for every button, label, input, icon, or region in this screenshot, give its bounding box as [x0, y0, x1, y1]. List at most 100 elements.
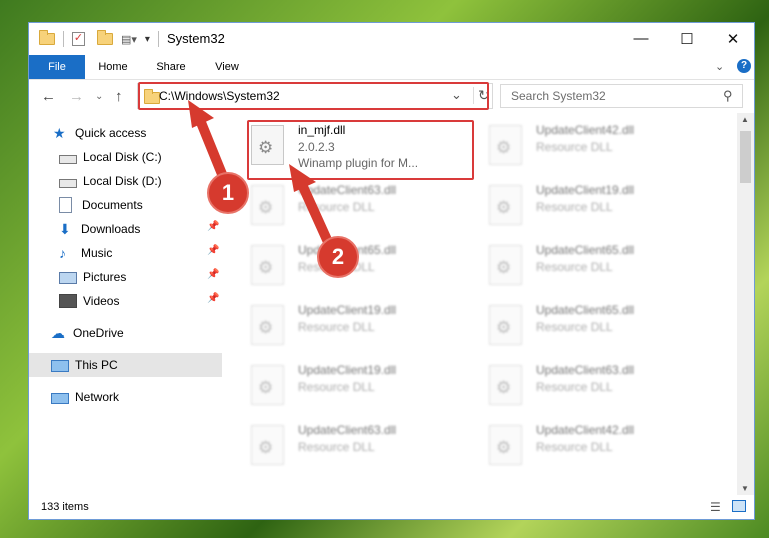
- sidebar-item-music[interactable]: ♪ Music: [59, 241, 252, 265]
- dll-file-icon: ⚙: [251, 245, 284, 285]
- maximize-button[interactable]: ☐: [664, 23, 710, 54]
- network-icon: [51, 392, 69, 404]
- ribbon: File Home Share View ⌄ ?: [29, 55, 754, 80]
- back-icon[interactable]: ←: [41, 88, 56, 105]
- file-type: Resource DLL: [298, 320, 375, 334]
- file-tile[interactable]: ⚙ UpdateClient19.dll Resource DLL: [248, 301, 468, 351]
- pin-icon[interactable]: 📌: [207, 293, 219, 304]
- address-highlight: [138, 82, 489, 110]
- search-input[interactable]: Search System32: [500, 84, 743, 108]
- dll-file-icon: ⚙: [251, 365, 284, 405]
- step-1-badge: 1: [207, 172, 249, 214]
- forward-icon[interactable]: →: [69, 88, 84, 105]
- file-type: Resource DLL: [536, 380, 613, 394]
- file-type: Resource DLL: [536, 320, 613, 334]
- drive-icon: [59, 178, 77, 188]
- separator: [63, 31, 64, 47]
- file-tile[interactable]: ⚙ UpdateClient42.dll Resource DLL: [486, 421, 706, 471]
- vertical-scrollbar[interactable]: ▲ ▼: [737, 113, 754, 495]
- dll-file-icon: ⚙: [251, 185, 284, 225]
- properties-icon[interactable]: ✓: [72, 32, 85, 46]
- sidebar-item-this-pc[interactable]: This PC: [29, 353, 222, 377]
- expand-ribbon-icon[interactable]: ⌄: [715, 60, 724, 73]
- file-tile[interactable]: ⚙ UpdateClient65.dll Resource DLL: [486, 301, 706, 351]
- sidebar-item-quick-access[interactable]: ★ Quick access: [53, 121, 246, 145]
- title-bar: ✓ ▤▾ ▾ System32 — ☐ ✕: [29, 23, 754, 55]
- file-tile[interactable]: ⚙ UpdateClient42.dll Resource DLL: [486, 121, 706, 171]
- scroll-up-icon[interactable]: ▲: [741, 115, 749, 124]
- pin-icon[interactable]: 📌: [207, 221, 219, 232]
- dll-file-icon: ⚙: [251, 305, 284, 345]
- videos-icon: [59, 294, 77, 308]
- separator: [157, 31, 159, 47]
- gear-icon: ⚙: [258, 378, 274, 397]
- file-type: Resource DLL: [536, 260, 613, 274]
- gear-icon: ⚙: [258, 438, 274, 457]
- file-tile[interactable]: ⚙ UpdateClient63.dll Resource DLL: [248, 181, 468, 231]
- dll-file-icon: ⚙: [489, 245, 522, 285]
- customize-icon[interactable]: ▤▾: [121, 33, 137, 46]
- folder-icon: [39, 30, 55, 45]
- file-tile[interactable]: ⚙ UpdateClient19.dll Resource DLL: [248, 361, 468, 411]
- search-icon: ⚲: [723, 88, 733, 103]
- file-name: UpdateClient19.dll: [298, 303, 397, 317]
- dropdown-icon[interactable]: ▾: [145, 34, 150, 45]
- tab-home[interactable]: Home: [89, 55, 137, 79]
- address-row: ← → ⌄ ↑ C:\Windows\System32 ⌄ ↻ Search S…: [29, 79, 754, 113]
- star-icon: ★: [53, 125, 66, 141]
- sidebar-item-local-disk-c[interactable]: Local Disk (C:): [59, 145, 252, 169]
- file-tile[interactable]: ⚙ UpdateClient65.dll Resource DLL: [248, 241, 468, 291]
- document-icon: [59, 197, 72, 213]
- new-folder-icon[interactable]: [97, 30, 113, 45]
- drive-icon: [59, 154, 77, 164]
- sidebar-item-label: This PC: [75, 358, 118, 372]
- sidebar-item-label: Pictures: [83, 270, 127, 284]
- help-icon[interactable]: ?: [737, 59, 751, 73]
- file-tile[interactable]: ⚙ UpdateClient65.dll Resource DLL: [486, 241, 706, 291]
- dll-file-icon: ⚙: [489, 185, 522, 225]
- gear-icon: ⚙: [258, 198, 274, 217]
- details-view-icon[interactable]: ☰: [710, 500, 721, 514]
- file-name: UpdateClient65.dll: [536, 303, 635, 317]
- file-tile[interactable]: ⚙ UpdateClient19.dll Resource DLL: [486, 181, 706, 231]
- file-name: UpdateClient19.dll: [536, 183, 635, 197]
- minimize-button[interactable]: —: [618, 23, 664, 54]
- file-type: Resource DLL: [536, 200, 613, 214]
- file-type: Resource DLL: [298, 380, 375, 394]
- sidebar-item-downloads[interactable]: ⬇ Downloads: [59, 217, 252, 241]
- pin-icon[interactable]: 📌: [207, 245, 219, 256]
- tab-file[interactable]: File: [29, 55, 85, 79]
- download-icon: ⬇: [59, 221, 71, 237]
- sidebar-item-label: Music: [81, 246, 113, 260]
- sidebar-item-network[interactable]: Network: [51, 385, 244, 409]
- sidebar-item-onedrive[interactable]: ☁ OneDrive: [51, 321, 244, 345]
- sidebar-item-label: OneDrive: [73, 326, 124, 340]
- scrollbar-thumb[interactable]: [740, 131, 751, 183]
- sidebar-item-pictures[interactable]: Pictures: [59, 265, 252, 289]
- recent-locations-icon[interactable]: ⌄: [95, 91, 103, 102]
- file-tile[interactable]: ⚙ UpdateClient63.dll Resource DLL: [248, 421, 468, 471]
- sidebar-item-label: Local Disk (C:): [83, 150, 162, 164]
- tab-view[interactable]: View: [205, 55, 249, 79]
- sidebar-item-label: Videos: [83, 294, 120, 308]
- large-icons-view-icon[interactable]: [732, 500, 746, 512]
- sidebar-item-label: Local Disk (D:): [83, 174, 162, 188]
- file-tile[interactable]: ⚙ UpdateClient63.dll Resource DLL: [486, 361, 706, 411]
- gear-icon: ⚙: [496, 138, 512, 157]
- dll-file-icon: ⚙: [489, 425, 522, 465]
- tab-share[interactable]: Share: [147, 55, 195, 79]
- quick-access-toolbar: ✓ ▤▾ ▾: [39, 30, 159, 48]
- file-name: UpdateClient42.dll: [536, 423, 635, 437]
- file-type: Resource DLL: [536, 440, 613, 454]
- sidebar-item-label: Quick access: [75, 126, 147, 140]
- close-button[interactable]: ✕: [710, 23, 754, 54]
- up-icon[interactable]: ↑: [115, 88, 123, 105]
- scroll-down-icon[interactable]: ▼: [741, 484, 749, 493]
- pin-icon[interactable]: 📌: [207, 269, 219, 280]
- sidebar-item-videos[interactable]: Videos: [59, 289, 252, 313]
- file-name: UpdateClient63.dll: [536, 363, 635, 377]
- cloud-icon: ☁: [51, 325, 65, 341]
- file-type: Resource DLL: [536, 140, 613, 154]
- sidebar-item-label: Network: [75, 390, 120, 404]
- gear-icon: ⚙: [496, 378, 512, 397]
